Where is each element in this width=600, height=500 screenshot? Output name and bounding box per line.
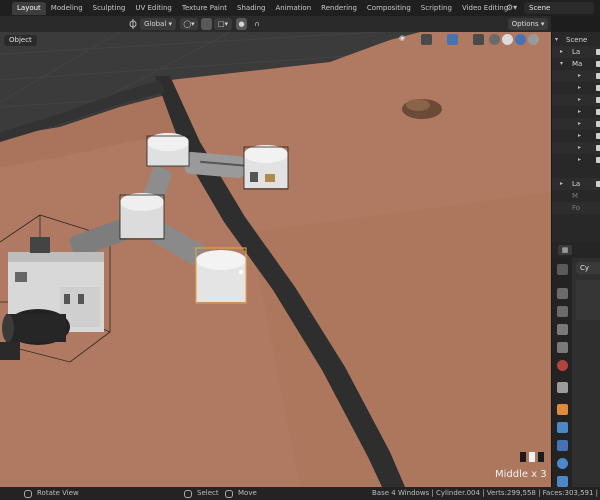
outliner-row[interactable]: M <box>552 190 600 202</box>
collection-checkbox[interactable] <box>596 73 600 79</box>
tab-rendering[interactable]: Rendering <box>316 2 362 15</box>
transform-orientation-dropdown[interactable]: Global ▾ <box>140 18 176 30</box>
outliner-row[interactable]: ▸ <box>552 106 600 118</box>
outliner: ▾ Scene ▸ La ▾ Ma ▸ ▸ ▸ ▸ ▸ ▸ ▸ ▸ ▸ La M… <box>551 32 600 242</box>
visibility-icon[interactable]: ◉ <box>399 34 410 45</box>
scene-icon[interactable]: ⚙▾ <box>506 3 524 13</box>
outliner-row-label: La <box>572 48 581 56</box>
outliner-row[interactable]: ▸ <box>552 154 600 166</box>
viewport-header: Global ▾ ◯▾ □▾ ● ∩ Options ▾ <box>0 16 551 32</box>
gizmo-icon[interactable] <box>421 34 432 45</box>
overlay-icon[interactable] <box>447 34 458 45</box>
outliner-row[interactable]: ▾ Ma <box>552 58 600 70</box>
status-rotate: Rotate View <box>37 489 79 497</box>
outliner-row[interactable]: ▸ <box>552 118 600 130</box>
collection-checkbox[interactable] <box>596 157 600 163</box>
3d-viewport[interactable]: Object ◉ Middle x 3 <box>0 32 551 487</box>
outliner-row[interactable]: ▸ <box>552 130 600 142</box>
object-icon[interactable] <box>557 404 568 415</box>
properties-body: Cy <box>572 258 600 487</box>
tab-video-editing[interactable]: Video Editing <box>457 2 513 15</box>
shading-material-icon[interactable] <box>515 34 526 45</box>
collection-checkbox[interactable] <box>596 145 600 151</box>
world-icon[interactable] <box>557 360 568 371</box>
outliner-row-label: La <box>572 180 581 188</box>
status-bar: Rotate View Select Move Base 4 Windows |… <box>0 487 600 500</box>
view-label: Middle x 3 <box>495 469 547 480</box>
status-move: Move <box>238 489 257 497</box>
transform-orientation-label: Global <box>143 20 167 28</box>
snap-target-icon[interactable]: □▾ <box>214 18 232 30</box>
shading-wire-icon[interactable] <box>489 34 500 45</box>
properties-panel <box>576 280 600 320</box>
properties-tabs <box>552 258 572 487</box>
render-icon[interactable] <box>557 288 568 299</box>
workspace-bar: Layout Modeling Sculpting UV Editing Tex… <box>0 0 600 16</box>
collection-checkbox[interactable] <box>596 121 600 127</box>
tab-texture-paint[interactable]: Texture Paint <box>177 2 232 15</box>
status-select: Select <box>197 489 219 497</box>
object-name-field[interactable]: Cy <box>576 262 600 274</box>
outliner-row[interactable]: ▸ <box>552 82 600 94</box>
tab-animation[interactable]: Animation <box>270 2 316 15</box>
transform-pivot-icon[interactable]: ◯▾ <box>180 18 198 30</box>
outliner-row-scene[interactable]: ▾ Scene <box>552 34 600 46</box>
outliner-row-label: Ma <box>572 60 583 68</box>
tab-compositing[interactable]: Compositing <box>362 2 416 15</box>
xray-icon[interactable] <box>473 34 484 45</box>
collection-checkbox[interactable] <box>596 109 600 115</box>
tab-sculpting[interactable]: Sculpting <box>88 2 131 15</box>
mouse-right-icon <box>225 490 233 498</box>
properties-editor: ▦ Cy <box>551 242 600 487</box>
tab-modeling[interactable]: Modeling <box>46 2 88 15</box>
view-layer-icon[interactable] <box>557 324 568 335</box>
properties-header: ▦ <box>552 242 600 258</box>
collection-checkbox[interactable] <box>596 133 600 139</box>
shading-rendered-icon[interactable] <box>528 34 539 45</box>
transform-orientation-icon <box>128 18 138 30</box>
editor-type-icon[interactable]: ▦ <box>558 245 572 255</box>
tab-layout[interactable]: Layout <box>12 2 46 15</box>
view-indicator-icon <box>520 452 544 462</box>
scene-statistics: Base 4 Windows | Cylinder.004 | Verts:29… <box>372 489 598 497</box>
options-label: Options <box>511 20 539 28</box>
physics-icon[interactable] <box>557 458 568 469</box>
mouse-middle-icon <box>24 490 32 498</box>
viewport-overlay-tools: ◉ <box>397 33 551 47</box>
wrench-icon[interactable] <box>557 422 568 433</box>
outliner-row[interactable]: ▸ <box>552 94 600 106</box>
collection-checkbox[interactable] <box>596 85 600 91</box>
object-mode-dropdown[interactable]: Object <box>4 35 37 46</box>
falloff-icon[interactable]: ∩ <box>250 18 264 30</box>
outliner-row-label: M <box>572 192 579 200</box>
scene-name-field[interactable]: Scene <box>524 2 594 14</box>
workspace-tabs: Layout Modeling Sculpting UV Editing Tex… <box>12 2 513 15</box>
outliner-row[interactable]: Fo <box>552 202 600 214</box>
collection-checkbox[interactable] <box>596 181 600 187</box>
mouse-left-icon <box>184 490 192 498</box>
shading-solid-icon[interactable] <box>502 34 513 45</box>
particles-icon[interactable] <box>557 440 568 451</box>
output-icon[interactable] <box>557 306 568 317</box>
material-icon[interactable] <box>557 476 568 487</box>
outliner-row-label: Fo <box>572 204 581 212</box>
outliner-row-label: Scene <box>566 36 588 44</box>
snap-icon[interactable] <box>201 18 212 30</box>
tab-uv-editing[interactable]: UV Editing <box>130 2 177 15</box>
viewport-scene <box>0 32 551 487</box>
collection-checkbox[interactable] <box>596 61 600 67</box>
proportional-edit-icon[interactable]: ● <box>236 18 247 30</box>
tab-shading[interactable]: Shading <box>232 2 270 15</box>
outliner-row[interactable]: ▸ <box>552 142 600 154</box>
options-dropdown[interactable]: Options ▾ <box>508 18 548 30</box>
outliner-row[interactable]: ▸ <box>552 70 600 82</box>
outliner-row[interactable]: ▸ La <box>552 46 600 58</box>
tab-scripting[interactable]: Scripting <box>416 2 457 15</box>
collection-icon[interactable] <box>557 382 568 393</box>
scene-props-icon[interactable] <box>557 342 568 353</box>
collection-checkbox[interactable] <box>596 97 600 103</box>
tool-icon[interactable] <box>557 264 568 275</box>
outliner-row[interactable]: ▸ La <box>552 178 600 190</box>
collection-checkbox[interactable] <box>596 49 600 55</box>
